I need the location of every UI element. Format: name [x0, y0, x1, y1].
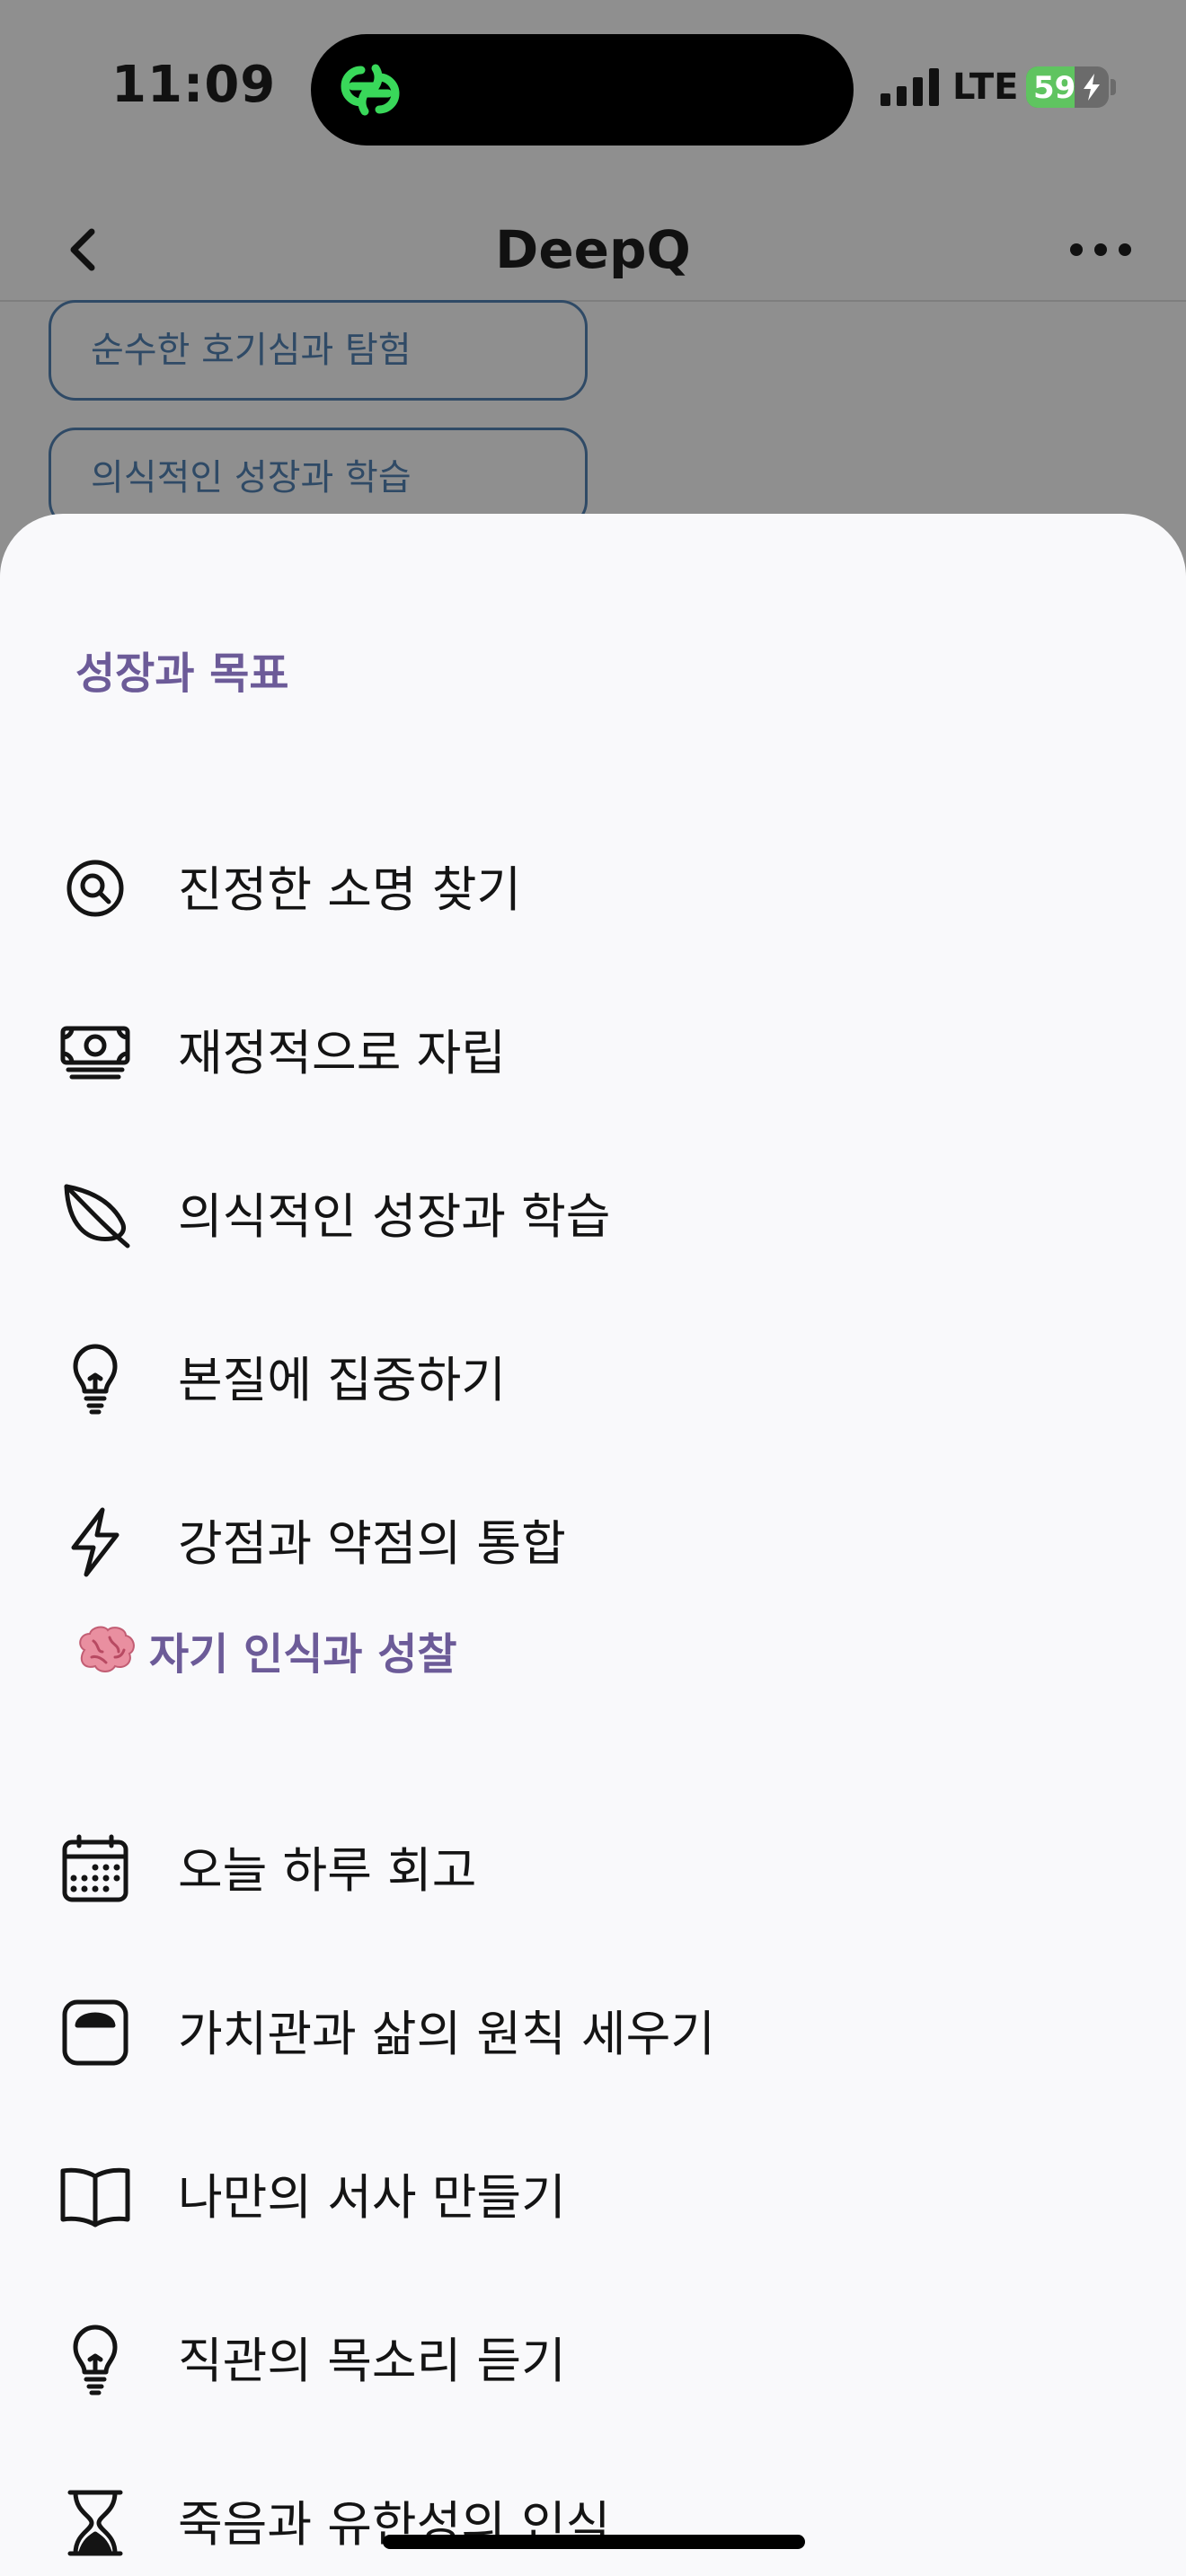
- list-item[interactable]: 진정한 소명 찾기: [0, 817, 1186, 952]
- list-item[interactable]: 재정적으로 자립: [0, 981, 1186, 1116]
- list-item[interactable]: 나만의 서사 만들기: [0, 2125, 1186, 2260]
- lightning-icon: [71, 1507, 119, 1577]
- search-circle-icon: [66, 860, 124, 917]
- list-item[interactable]: 가치관과 삶의 원칙 세우기: [0, 1962, 1186, 2096]
- item-label: 가치관과 삶의 원칙 세우기: [178, 2005, 715, 2062]
- topic-chip[interactable]: 순수한 호기심과 탐험: [49, 300, 588, 401]
- item-label: 재정적으로 자립: [178, 1024, 506, 1081]
- item-label: 나만의 서사 만들기: [178, 2168, 566, 2226]
- item-label: 오늘 하루 회고: [178, 1841, 477, 1899]
- link-rings-icon: [341, 64, 400, 116]
- status-bar: 11:09 LTE 59: [0, 0, 1186, 180]
- leaf-icon: [64, 1184, 130, 1248]
- list-item[interactable]: 의식적인 성장과 학습: [0, 1144, 1186, 1279]
- item-label: 직관의 목소리 듣기: [178, 2332, 566, 2389]
- lightbulb-icon: [73, 1344, 118, 1415]
- hourglass-icon: [67, 2490, 123, 2556]
- battery-indicator: 59: [1026, 66, 1109, 108]
- section-title: 성장과 목표: [75, 648, 289, 699]
- open-book-icon: [60, 2167, 130, 2228]
- battery-level: 59: [1033, 70, 1076, 106]
- scale-icon: [62, 1999, 128, 2066]
- list-item[interactable]: 본질에 집중하기: [0, 1308, 1186, 1442]
- page-title: DeepQ: [495, 219, 691, 280]
- list-item[interactable]: 오늘 하루 회고: [0, 1798, 1186, 1933]
- list-item[interactable]: 직관의 목소리 듣기: [0, 2289, 1186, 2423]
- item-label: 진정한 소명 찾기: [178, 860, 522, 918]
- network-type: LTE: [952, 66, 1019, 108]
- calendar-icon: [62, 1834, 128, 1902]
- brain-icon: [79, 1626, 135, 1672]
- section-title: 자기 인식과 성찰: [149, 1629, 457, 1680]
- home-indicator[interactable]: [383, 2535, 805, 2549]
- charging-bolt-icon: [1084, 74, 1100, 101]
- lightbulb-icon: [73, 2325, 118, 2395]
- list-item[interactable]: 강점과 약점의 통합: [0, 1471, 1186, 1606]
- item-label: 본질에 집중하기: [178, 1351, 506, 1408]
- ellipsis-icon[interactable]: [1069, 241, 1132, 259]
- item-label: 의식적인 성장과 학습: [178, 1187, 611, 1245]
- item-label: 강점과 약점의 통합: [178, 1514, 566, 1572]
- topic-bottom-sheet: 성장과 목표 진정한 소명 찾기 재정적으로 자립 의식적인 성장과 학습 본질…: [0, 514, 1186, 2576]
- navigation-bar: DeepQ: [0, 189, 1186, 302]
- dynamic-island: [311, 34, 854, 146]
- money-stack-icon: [60, 1026, 130, 1080]
- cellular-signal-icon: [881, 68, 939, 106]
- section-header-growth: 성장과 목표: [75, 638, 289, 701]
- status-time: 11:09: [111, 56, 277, 114]
- list-item[interactable]: 죽음과 유한성의 인식: [0, 2452, 1186, 2576]
- section-header-self-awareness: 자기 인식과 성찰: [75, 1619, 457, 1681]
- battery-cap: [1111, 79, 1116, 95]
